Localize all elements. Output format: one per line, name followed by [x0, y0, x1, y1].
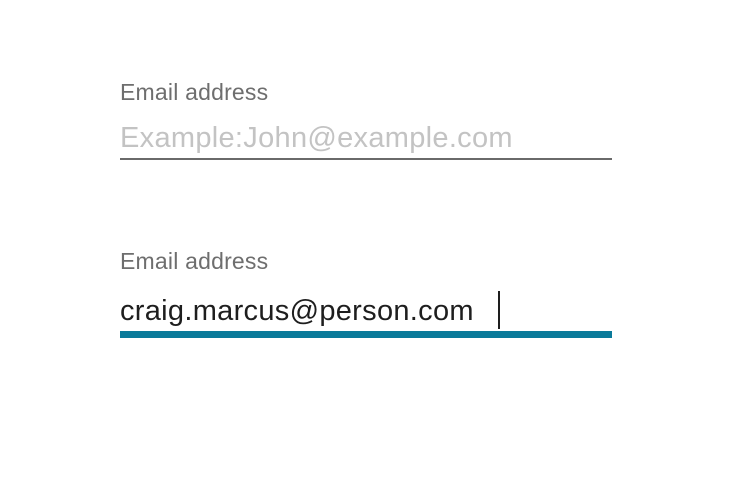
email-input-underline: [120, 120, 612, 160]
email-field-filled: Email address: [120, 245, 612, 338]
email-input-focused-underline: [120, 291, 612, 338]
email-field-label: Email address: [120, 79, 269, 105]
text-cursor: [498, 291, 500, 329]
email-field-label: Email address: [120, 248, 269, 274]
email-field-empty: Email address: [120, 76, 612, 160]
email-input-focused[interactable]: [120, 291, 612, 331]
email-input[interactable]: [120, 120, 612, 156]
